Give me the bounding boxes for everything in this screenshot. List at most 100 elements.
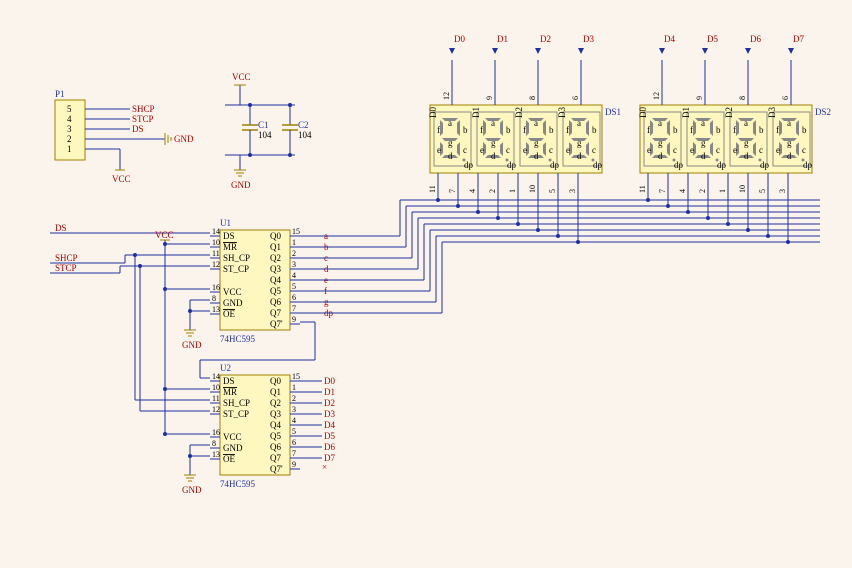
svg-text:dp: dp (593, 160, 603, 170)
schematic-canvas: P1 5 4 3 2 1 SHCP STCP DS GND VCC VCC C1… (0, 0, 852, 568)
svg-text:DS: DS (223, 231, 235, 241)
svg-text:D0: D0 (324, 376, 335, 386)
svg-text:D5: D5 (324, 431, 335, 441)
svg-text:SHCP: SHCP (55, 253, 78, 263)
svg-text:5: 5 (67, 104, 72, 114)
svg-text:Q7: Q7 (270, 453, 281, 463)
svg-text:Q3: Q3 (270, 409, 281, 419)
nc-mark: × (322, 462, 327, 472)
svg-text:f: f (523, 125, 526, 135)
svg-text:16: 16 (212, 283, 220, 292)
svg-text:e: e (733, 145, 737, 155)
svg-text:DS: DS (223, 376, 235, 386)
svg-text:Q4: Q4 (270, 420, 281, 430)
svg-text:9: 9 (695, 96, 704, 100)
svg-text:Q2: Q2 (270, 398, 281, 408)
svg-text:10: 10 (212, 238, 220, 247)
svg-text:6: 6 (292, 293, 296, 302)
u1-gnd-oe: GND (182, 300, 210, 350)
svg-text:1: 1 (67, 144, 72, 154)
svg-text:1: 1 (508, 189, 517, 193)
svg-text:12: 12 (212, 405, 220, 414)
svg-text:b: b (549, 125, 554, 135)
svg-text:3: 3 (292, 260, 296, 269)
svg-text:f: f (733, 125, 736, 135)
svg-text:dp: dp (550, 160, 560, 170)
svg-text:Q0: Q0 (270, 231, 281, 241)
svg-text:11: 11 (212, 249, 220, 258)
svg-text:8: 8 (528, 96, 537, 100)
decoupling-caps: VCC C1 104 C2 104 GND (225, 72, 312, 190)
svg-text:d: d (577, 151, 582, 161)
svg-text:b: b (506, 125, 511, 135)
svg-text:e: e (523, 145, 527, 155)
svg-text:4: 4 (67, 114, 72, 124)
svg-text:a: a (744, 118, 748, 128)
svg-text:D2: D2 (324, 398, 335, 408)
gnd-symbol-p1: GND (155, 133, 194, 145)
svg-text:8: 8 (212, 439, 216, 448)
svg-text:e: e (437, 145, 441, 155)
svg-text:1: 1 (292, 383, 296, 392)
svg-text:Q0: Q0 (270, 376, 281, 386)
svg-text:4: 4 (292, 271, 296, 280)
svg-text:3: 3 (778, 189, 787, 193)
connector-p1: P1 5 4 3 2 1 SHCP STCP DS GND VCC (55, 89, 194, 184)
svg-text:e: e (776, 145, 780, 155)
svg-text:d: d (701, 151, 706, 161)
svg-text:2: 2 (292, 249, 296, 258)
svg-text:a: a (491, 118, 495, 128)
svg-text:9: 9 (292, 460, 296, 469)
svg-text:c: c (716, 145, 720, 155)
svg-text:a: a (448, 118, 452, 128)
svg-text:GND: GND (182, 485, 202, 495)
svg-text:12: 12 (652, 92, 661, 100)
svg-text:3: 3 (292, 405, 296, 414)
svg-text:MR: MR (223, 387, 237, 397)
svg-text:f: f (566, 125, 569, 135)
svg-text:a: a (787, 118, 791, 128)
svg-text:STCP: STCP (132, 114, 154, 124)
svg-text:Q6: Q6 (270, 442, 281, 452)
svg-text:b: b (673, 125, 678, 135)
svg-text:SHCP: SHCP (132, 104, 155, 114)
svg-text:2: 2 (698, 189, 707, 193)
svg-text:e: e (647, 145, 651, 155)
svg-text:Q3: Q3 (270, 264, 281, 274)
svg-text:GND: GND (223, 443, 243, 453)
svg-text:D3: D3 (324, 409, 335, 419)
svg-text:g: g (658, 138, 663, 148)
svg-text:5: 5 (758, 189, 767, 193)
svg-text:14: 14 (212, 372, 220, 381)
svg-text:D2: D2 (540, 34, 551, 44)
svg-text:ST_CP: ST_CP (223, 264, 249, 274)
svg-text:a: a (658, 118, 662, 128)
svg-text:Q7': Q7' (270, 319, 283, 329)
input-nets: DS SHCP STCP VCC (50, 223, 210, 435)
svg-text:D1: D1 (324, 387, 335, 397)
svg-text:b: b (463, 125, 468, 135)
svg-text:b: b (802, 125, 807, 135)
svg-text:7: 7 (658, 189, 667, 193)
svg-text:C2: C2 (298, 120, 309, 130)
svg-text:4: 4 (678, 189, 687, 193)
svg-text:dp: dp (760, 160, 770, 170)
svg-text:D1: D1 (681, 107, 691, 118)
svg-text:2: 2 (488, 189, 497, 193)
svg-text:d: d (534, 151, 539, 161)
svg-text:e: e (690, 145, 694, 155)
svg-text:D1: D1 (497, 34, 508, 44)
svg-text:g: g (534, 138, 539, 148)
svg-text:c: c (673, 145, 677, 155)
svg-text:c: c (549, 145, 553, 155)
svg-text:Q6: Q6 (270, 297, 281, 307)
svg-text:Q7': Q7' (270, 464, 283, 474)
svg-text:c: c (759, 145, 763, 155)
svg-text:13: 13 (212, 450, 220, 459)
svg-text:GND: GND (231, 180, 251, 190)
svg-text:d: d (491, 151, 496, 161)
svg-text:a: a (701, 118, 705, 128)
svg-text:c: c (506, 145, 510, 155)
svg-text:d: d (744, 151, 749, 161)
svg-text:9: 9 (485, 96, 494, 100)
